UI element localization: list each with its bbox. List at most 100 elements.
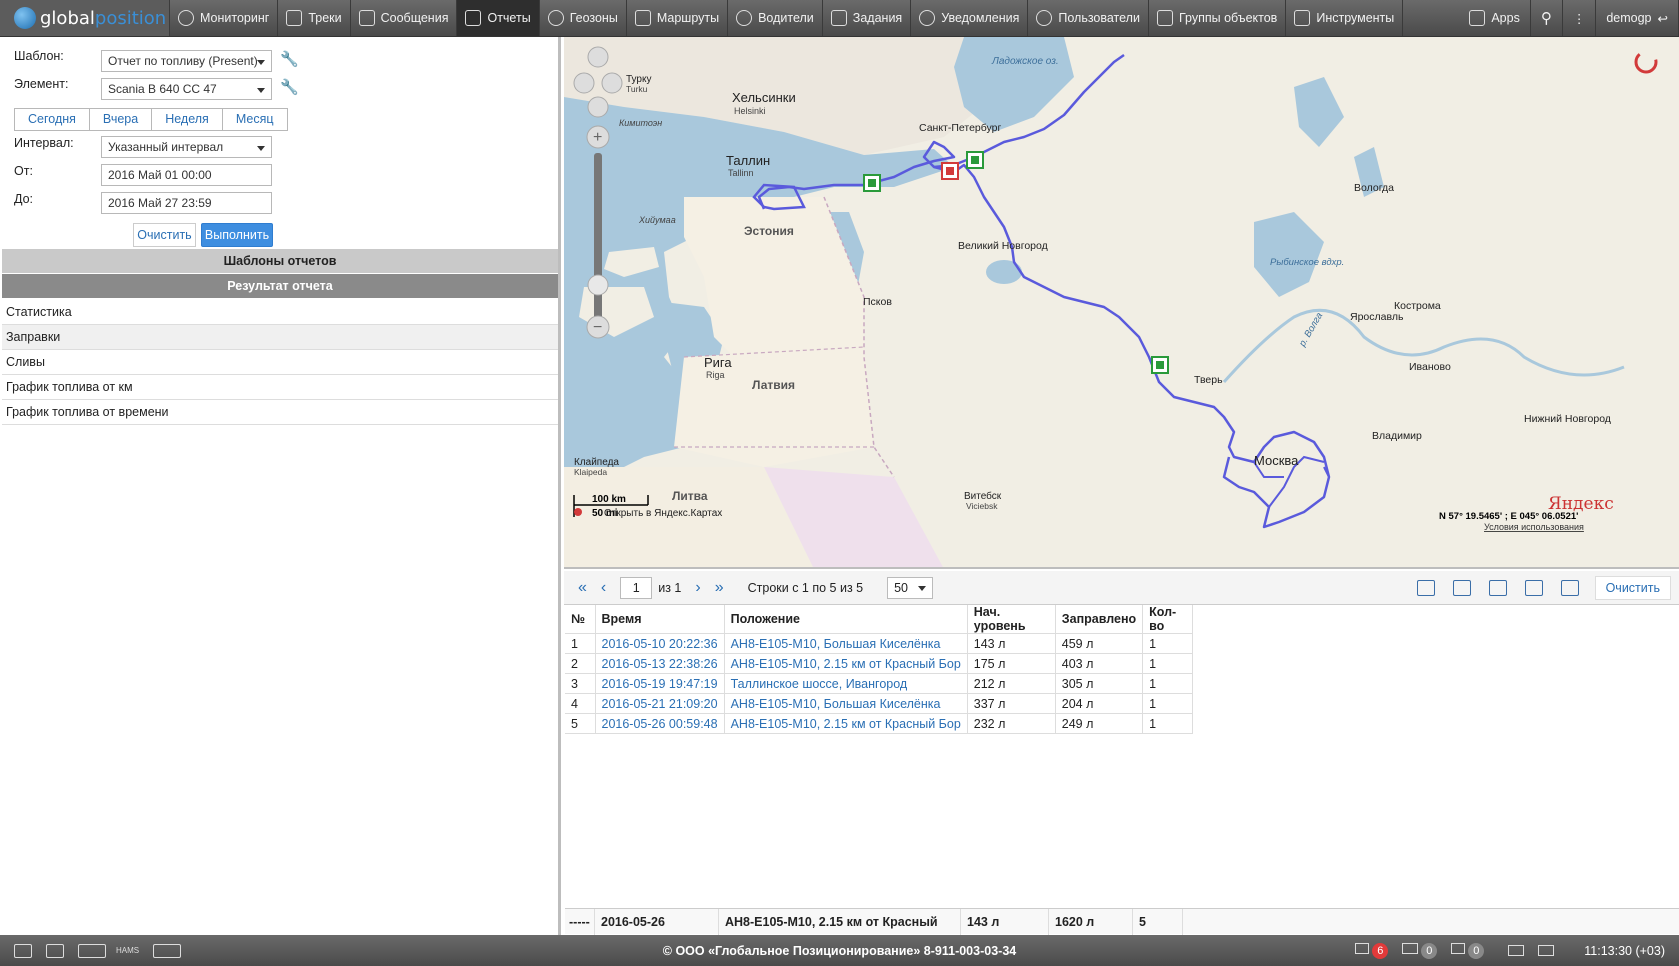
cell-location-link[interactable]: АН8-Е105-М10, 2.15 км от Красный Бор bbox=[724, 653, 968, 674]
prev-page-icon[interactable]: ‹ bbox=[601, 579, 606, 597]
cell-location-link[interactable]: АН8-Е105-М10, Большая Киселёнка bbox=[724, 633, 968, 654]
nav-routes[interactable]: Маршруты bbox=[627, 0, 729, 36]
nav-notifications[interactable]: Уведомления bbox=[911, 0, 1029, 36]
copyright-text: © ООО «Глобальное Позиционирование» 8-91… bbox=[662, 943, 1017, 958]
apps-button[interactable]: Apps bbox=[1459, 0, 1531, 36]
nav-tracks[interactable]: Треки bbox=[278, 0, 351, 36]
logo-text-global: global bbox=[40, 7, 95, 29]
rows-per-page-select[interactable]: 50 bbox=[887, 576, 934, 599]
footer-refueled: 1620 л bbox=[1049, 908, 1133, 935]
col-number[interactable]: № bbox=[565, 605, 596, 634]
report-templates-header[interactable]: Шаблоны отчетов bbox=[2, 249, 558, 273]
cell-number: 4 bbox=[565, 693, 596, 714]
table-row[interactable]: 1 2016-05-10 20:22:36 АН8-Е105-М10, Боль… bbox=[565, 633, 1194, 654]
logo[interactable]: global position bbox=[0, 0, 170, 36]
user-menu[interactable]: demogp ↩ bbox=[1596, 0, 1679, 36]
last-page-icon[interactable]: » bbox=[715, 579, 724, 597]
report-panel: Шаблон: Отчет по топливу (Present) 🔧 Эле… bbox=[0, 37, 561, 935]
refuel-marker[interactable] bbox=[1151, 356, 1169, 374]
table-row[interactable]: 5 2016-05-26 00:59:48 АН8-Е105-М10, 2.15… bbox=[565, 713, 1194, 734]
nav-geozones[interactable]: Геозоны bbox=[540, 0, 627, 36]
next-page-icon[interactable]: › bbox=[695, 579, 700, 597]
nav-reports[interactable]: Отчеты bbox=[457, 0, 540, 36]
first-page-icon[interactable]: « bbox=[578, 579, 587, 597]
result-item-statistics[interactable]: Статистика bbox=[2, 300, 558, 325]
yesterday-button[interactable]: Вчера bbox=[90, 109, 153, 130]
logout-icon[interactable]: ↩ bbox=[1658, 11, 1668, 26]
element-select[interactable]: Scania B 640 CC 47 bbox=[101, 78, 272, 100]
cell-count: 1 bbox=[1142, 713, 1194, 734]
city-label: Turku bbox=[626, 84, 648, 94]
result-item-drains[interactable]: Сливы bbox=[2, 350, 558, 375]
report-icon bbox=[465, 10, 482, 26]
cell-location-link[interactable]: АН8-Е105-М10, 2.15 км от Красный Бор bbox=[724, 713, 968, 734]
cell-time-link[interactable]: 2016-05-26 00:59:48 bbox=[595, 713, 725, 734]
run-button[interactable]: Выполнить bbox=[201, 223, 273, 247]
pdf-export-icon[interactable] bbox=[1452, 579, 1471, 596]
today-button[interactable]: Сегодня bbox=[15, 109, 90, 130]
interval-label: Интервал: bbox=[14, 136, 74, 150]
city-label: Ярославль bbox=[1350, 311, 1404, 323]
refuel-marker[interactable] bbox=[966, 151, 984, 169]
nav-users[interactable]: Пользователи bbox=[1028, 0, 1149, 36]
nav-tasks[interactable]: Задания bbox=[823, 0, 912, 36]
footer-number: ----- bbox=[565, 908, 595, 935]
to-label: До: bbox=[14, 192, 34, 206]
nav-object-groups[interactable]: Группы объектов bbox=[1149, 0, 1287, 36]
nav-tools[interactable]: Инструменты bbox=[1286, 0, 1404, 36]
result-item-fuel-time-chart[interactable]: График топлива от времени bbox=[2, 400, 558, 425]
result-item-fuel-km-chart[interactable]: График топлива от км bbox=[2, 375, 558, 400]
to-input[interactable]: 2016 Май 27 23:59 bbox=[101, 192, 272, 214]
map-toggle-icon[interactable] bbox=[1416, 579, 1435, 596]
interval-select[interactable]: Указанный интервал bbox=[101, 136, 272, 158]
nav-monitoring[interactable]: Мониторинг bbox=[170, 0, 279, 36]
clear-results-button[interactable]: Очистить bbox=[1594, 575, 1671, 600]
clear-button[interactable]: Очистить bbox=[133, 223, 196, 247]
terms-link[interactable]: Условия использования bbox=[1484, 522, 1584, 532]
city-label: Тверь bbox=[1194, 374, 1223, 386]
cell-count: 1 bbox=[1142, 633, 1194, 654]
zoom-slider-track[interactable] bbox=[594, 153, 602, 323]
col-time[interactable]: Время bbox=[595, 605, 725, 634]
report-result-header[interactable]: Результат отчета bbox=[2, 274, 558, 298]
cell-count: 1 bbox=[1142, 673, 1194, 694]
wrench-icon[interactable]: 🔧 bbox=[280, 80, 299, 96]
cell-time-link[interactable]: 2016-05-21 21:09:20 bbox=[595, 693, 725, 714]
zoom-slider-handle[interactable] bbox=[587, 274, 609, 296]
element-label: Элемент: bbox=[14, 77, 69, 91]
cell-location-link[interactable]: Таллинское шоссе, Ивангород bbox=[724, 673, 968, 694]
search-button[interactable]: ⚲ bbox=[1531, 0, 1563, 36]
cell-start-level: 175 л bbox=[967, 653, 1056, 674]
refuel-marker[interactable] bbox=[863, 174, 881, 192]
template-select[interactable]: Отчет по топливу (Present) bbox=[101, 50, 272, 72]
month-button[interactable]: Месяц bbox=[223, 109, 287, 130]
col-start-level[interactable]: Нач. уровень bbox=[967, 605, 1056, 634]
map-view[interactable]: Хельсинки Helsinki Таллин Tallinn Санкт-… bbox=[564, 37, 1679, 569]
table-row[interactable]: 3 2016-05-19 19:47:19 Таллинское шоссе, … bbox=[565, 673, 1194, 694]
cell-location-link[interactable]: АН8-Е105-М10, Большая Киселёнка bbox=[724, 693, 968, 714]
page-input[interactable]: 1 bbox=[620, 576, 653, 599]
wrench-icon[interactable]: 🔧 bbox=[280, 52, 299, 68]
copy-icon[interactable] bbox=[1524, 579, 1543, 596]
excel-export-icon[interactable] bbox=[1488, 579, 1507, 596]
drain-marker[interactable] bbox=[941, 162, 959, 180]
col-refueled[interactable]: Заправлено bbox=[1055, 605, 1144, 634]
nav-drivers[interactable]: Водители bbox=[728, 0, 823, 36]
cell-time-link[interactable]: 2016-05-13 22:38:26 bbox=[595, 653, 725, 674]
table-row[interactable]: 4 2016-05-21 21:09:20 АН8-Е105-М10, Боль… bbox=[565, 693, 1194, 714]
cell-time-link[interactable]: 2016-05-10 20:22:36 bbox=[595, 633, 725, 654]
result-item-refuels[interactable]: Заправки bbox=[2, 325, 558, 350]
col-count[interactable]: Кол-во bbox=[1142, 605, 1194, 634]
from-input[interactable]: 2016 Май 01 00:00 bbox=[101, 164, 272, 186]
nav-label: Треки bbox=[308, 11, 342, 25]
col-location[interactable]: Положение bbox=[724, 605, 968, 634]
cell-time-link[interactable]: 2016-05-19 19:47:19 bbox=[595, 673, 725, 694]
table-row[interactable]: 2 2016-05-13 22:38:26 АН8-Е105-М10, 2.15… bbox=[565, 653, 1194, 674]
print-icon[interactable] bbox=[1560, 579, 1579, 596]
open-in-yandex-link[interactable]: Открыть в Яндекс.Картах bbox=[604, 508, 722, 519]
nav-label: Мониторинг bbox=[200, 11, 270, 25]
nav-messages[interactable]: Сообщения bbox=[351, 0, 458, 36]
week-button[interactable]: Неделя bbox=[152, 109, 223, 130]
map-canvas[interactable]: Хельсинки Helsinki Таллин Tallinn Санкт-… bbox=[564, 37, 1679, 569]
more-menu-button[interactable]: ⋮ bbox=[1563, 0, 1597, 36]
